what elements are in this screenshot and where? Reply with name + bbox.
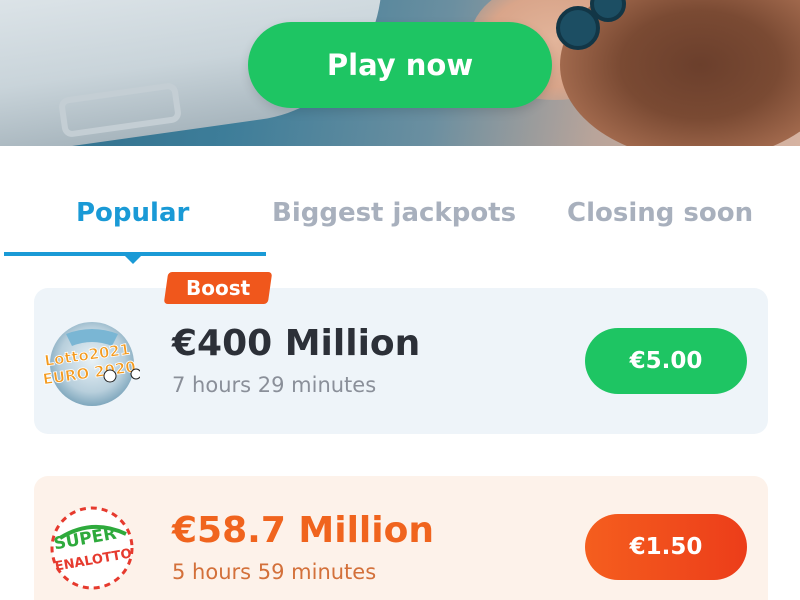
tab-popular[interactable]: Popular bbox=[76, 198, 189, 228]
boost-badge: Boost bbox=[163, 272, 273, 304]
buy-ticket-button[interactable]: €5.00 bbox=[585, 328, 747, 394]
hero-banner: Play now bbox=[0, 0, 800, 146]
jackpot-amount: €400 Million bbox=[172, 323, 421, 364]
time-remaining: 7 hours 29 minutes bbox=[172, 373, 377, 397]
buy-ticket-button[interactable]: €1.50 bbox=[585, 514, 747, 580]
lottery-tabs: Popular Biggest jackpots Closing soon bbox=[0, 186, 800, 264]
time-remaining: 5 hours 59 minutes bbox=[172, 560, 377, 584]
jackpot-amount: €58.7 Million bbox=[172, 510, 434, 551]
active-tab-pointer bbox=[125, 256, 141, 264]
tab-biggest-jackpots[interactable]: Biggest jackpots bbox=[272, 198, 516, 228]
superenalotto-logo: SUPER ENALOTTO bbox=[50, 506, 134, 590]
lotto2021-euro2020-logo: Lotto2021 EURO 2020 bbox=[41, 322, 140, 406]
play-now-button[interactable]: Play now bbox=[248, 22, 552, 108]
tab-closing-soon[interactable]: Closing soon bbox=[567, 198, 753, 228]
